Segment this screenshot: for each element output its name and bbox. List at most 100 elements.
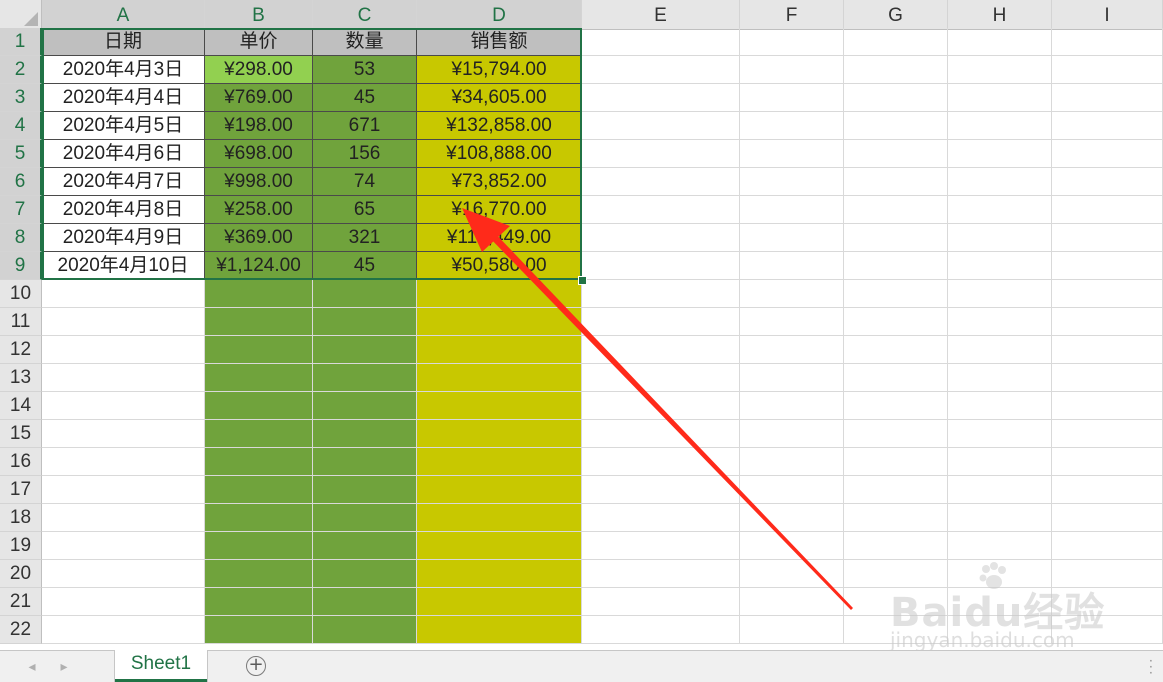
empty-cell[interactable]: [948, 616, 1052, 644]
empty-cell[interactable]: [313, 504, 417, 532]
empty-cell[interactable]: [417, 504, 582, 532]
empty-cell[interactable]: [948, 252, 1052, 280]
empty-cell[interactable]: [1052, 84, 1163, 112]
sheet-tab-sheet1[interactable]: Sheet1: [115, 650, 207, 682]
row-header-12[interactable]: 12: [0, 336, 42, 364]
more-options-dots-icon[interactable]: · · ·: [1149, 655, 1153, 679]
scroll-tabs-left-icon[interactable]: ◂: [24, 657, 40, 677]
empty-cell[interactable]: [1052, 616, 1163, 644]
empty-cell[interactable]: [948, 336, 1052, 364]
empty-cell[interactable]: [948, 224, 1052, 252]
empty-cell[interactable]: [948, 560, 1052, 588]
empty-cell[interactable]: [417, 448, 582, 476]
table-cell-b5[interactable]: ¥698.00: [205, 140, 313, 168]
empty-cell[interactable]: [205, 392, 313, 420]
empty-cell[interactable]: [42, 616, 205, 644]
empty-cell[interactable]: [844, 140, 948, 168]
empty-cell[interactable]: [740, 84, 844, 112]
table-cell-a2[interactable]: 2020年4月3日: [42, 56, 205, 84]
empty-cell[interactable]: [417, 364, 582, 392]
empty-cell[interactable]: [417, 476, 582, 504]
table-cell-c2[interactable]: 53: [313, 56, 417, 84]
table-cell-d8[interactable]: ¥118,449.00: [417, 224, 582, 252]
empty-cell[interactable]: [740, 140, 844, 168]
empty-cell[interactable]: [948, 140, 1052, 168]
empty-cell[interactable]: [1052, 336, 1163, 364]
empty-cell[interactable]: [42, 560, 205, 588]
empty-cell[interactable]: [844, 28, 948, 56]
empty-cell[interactable]: [42, 392, 205, 420]
empty-cell[interactable]: [1052, 112, 1163, 140]
table-cell-b6[interactable]: ¥998.00: [205, 168, 313, 196]
empty-cell[interactable]: [313, 364, 417, 392]
empty-cell[interactable]: [582, 560, 740, 588]
empty-cell[interactable]: [844, 196, 948, 224]
empty-cell[interactable]: [740, 504, 844, 532]
empty-cell[interactable]: [313, 616, 417, 644]
table-cell-d3[interactable]: ¥34,605.00: [417, 84, 582, 112]
empty-cell[interactable]: [1052, 532, 1163, 560]
empty-cell[interactable]: [1052, 392, 1163, 420]
empty-cell[interactable]: [205, 504, 313, 532]
empty-cell[interactable]: [948, 420, 1052, 448]
empty-cell[interactable]: [582, 140, 740, 168]
empty-cell[interactable]: [313, 420, 417, 448]
empty-cell[interactable]: [1052, 308, 1163, 336]
empty-cell[interactable]: [740, 532, 844, 560]
empty-cell[interactable]: [948, 196, 1052, 224]
empty-cell[interactable]: [42, 532, 205, 560]
empty-cell[interactable]: [205, 420, 313, 448]
empty-cell[interactable]: [1052, 224, 1163, 252]
empty-cell[interactable]: [844, 280, 948, 308]
empty-cell[interactable]: [948, 532, 1052, 560]
empty-cell[interactable]: [948, 168, 1052, 196]
table-cell-d9[interactable]: ¥50,580.00: [417, 252, 582, 280]
table-cell-d2[interactable]: ¥15,794.00: [417, 56, 582, 84]
empty-cell[interactable]: [313, 336, 417, 364]
empty-cell[interactable]: [582, 308, 740, 336]
table-cell-b3[interactable]: ¥769.00: [205, 84, 313, 112]
empty-cell[interactable]: [740, 392, 844, 420]
empty-cell[interactable]: [42, 280, 205, 308]
empty-cell[interactable]: [948, 28, 1052, 56]
empty-cell[interactable]: [844, 168, 948, 196]
empty-cell[interactable]: [582, 588, 740, 616]
empty-cell[interactable]: [740, 588, 844, 616]
empty-cell[interactable]: [582, 364, 740, 392]
empty-cell[interactable]: [417, 420, 582, 448]
empty-cell[interactable]: [948, 112, 1052, 140]
empty-cell[interactable]: [740, 616, 844, 644]
empty-cell[interactable]: [844, 448, 948, 476]
table-cell-a5[interactable]: 2020年4月6日: [42, 140, 205, 168]
empty-cell[interactable]: [417, 336, 582, 364]
row-header-8[interactable]: 8: [0, 224, 42, 252]
empty-cell[interactable]: [740, 56, 844, 84]
empty-cell[interactable]: [844, 504, 948, 532]
empty-cell[interactable]: [844, 560, 948, 588]
empty-cell[interactable]: [740, 280, 844, 308]
empty-cell[interactable]: [1052, 364, 1163, 392]
empty-cell[interactable]: [740, 420, 844, 448]
empty-cell[interactable]: [844, 588, 948, 616]
empty-cell[interactable]: [582, 56, 740, 84]
row-header-14[interactable]: 14: [0, 392, 42, 420]
empty-cell[interactable]: [582, 112, 740, 140]
empty-cell[interactable]: [844, 252, 948, 280]
row-header-15[interactable]: 15: [0, 420, 42, 448]
table-cell-c7[interactable]: 65: [313, 196, 417, 224]
empty-cell[interactable]: [844, 364, 948, 392]
empty-cell[interactable]: [42, 308, 205, 336]
empty-cell[interactable]: [42, 420, 205, 448]
column-header-d[interactable]: D: [417, 0, 582, 30]
empty-cell[interactable]: [205, 588, 313, 616]
empty-cell[interactable]: [313, 392, 417, 420]
empty-cell[interactable]: [948, 84, 1052, 112]
row-header-16[interactable]: 16: [0, 448, 42, 476]
empty-cell[interactable]: [1052, 252, 1163, 280]
empty-cell[interactable]: [582, 504, 740, 532]
empty-cell[interactable]: [740, 196, 844, 224]
empty-cell[interactable]: [582, 84, 740, 112]
table-cell-b7[interactable]: ¥258.00: [205, 196, 313, 224]
table-header-cell[interactable]: 数量: [313, 28, 417, 56]
column-header-c[interactable]: C: [313, 0, 417, 30]
